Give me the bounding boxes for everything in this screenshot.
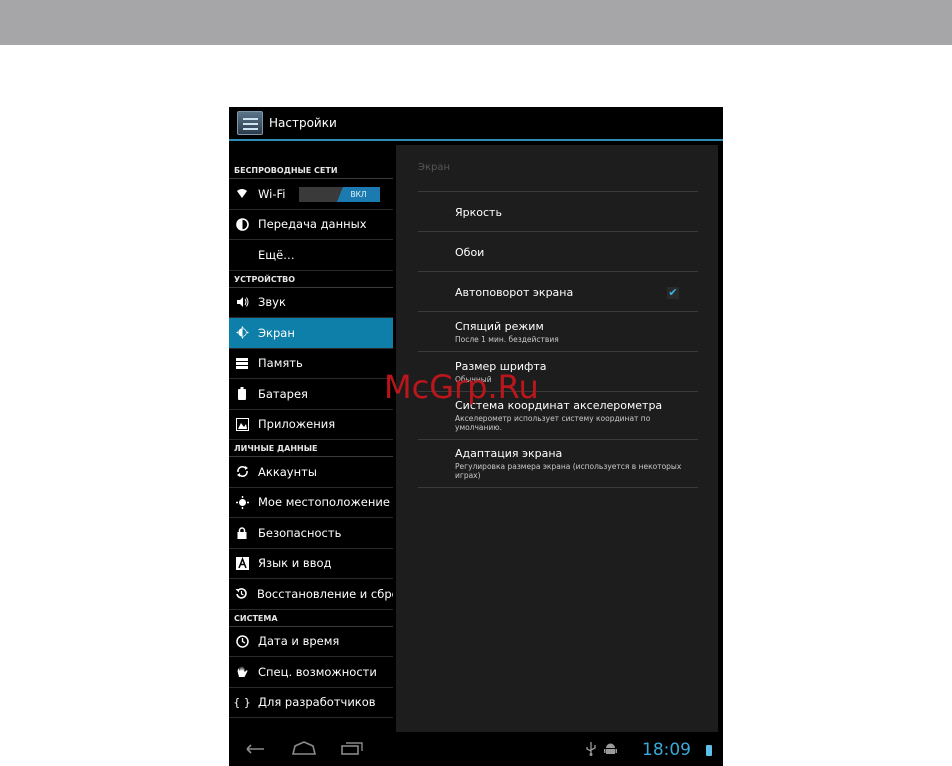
section-header-device: УСТРОЙСТВО	[229, 271, 393, 288]
sidebar-item-label: Батарея	[258, 386, 308, 401]
section-header-system: СИСТЕМА	[229, 610, 393, 627]
auto-rotate-checkbox[interactable]: ✔	[667, 287, 679, 299]
sidebar-item-data-usage[interactable]: Передача данных	[229, 210, 393, 240]
divider	[418, 311, 698, 312]
sidebar-item-security[interactable]: Безопасность	[229, 518, 393, 549]
setting-summary: Акселерометр использует систему координа…	[455, 414, 651, 432]
sidebar-item-accounts[interactable]: Аккаунты	[229, 457, 393, 488]
apps-icon	[235, 417, 249, 431]
divider	[418, 271, 698, 272]
top-gray-bar	[0, 0, 952, 45]
sidebar-item-language[interactable]: Язык и ввод	[229, 549, 393, 579]
setting-summary: Регулировка размера экрана (используется…	[455, 462, 682, 480]
sidebar-item-apps[interactable]: Приложения	[229, 410, 393, 440]
sync-icon	[235, 465, 249, 479]
status-clock: 18:09	[642, 740, 691, 760]
settings-app-icon[interactable]	[237, 111, 263, 135]
sidebar-item-label: Язык и ввод	[258, 556, 332, 571]
setting-brightness[interactable]: Яркость	[455, 206, 699, 219]
location-icon	[235, 495, 249, 509]
battery-status-icon	[706, 745, 712, 756]
developer-icon: { }	[233, 695, 251, 709]
sound-icon	[235, 295, 249, 309]
panel-title: Экран	[418, 162, 451, 173]
clock-icon	[235, 634, 249, 648]
watermark: McGrp.Ru	[384, 368, 539, 406]
sidebar-item-label: Передача данных	[258, 217, 367, 232]
sidebar-item-label: Аккаунты	[258, 464, 317, 479]
sidebar-item-label: Дата и время	[258, 634, 340, 649]
sidebar-item-label: Мое местоположение	[258, 495, 390, 510]
sidebar-item-sound[interactable]: Звук	[229, 288, 393, 318]
app-title: Настройки	[269, 116, 337, 130]
divider	[418, 439, 698, 440]
backup-icon	[235, 587, 248, 601]
sidebar-item-label: Экран	[258, 325, 295, 340]
lock-icon	[235, 526, 249, 540]
sidebar-item-label: Память	[258, 356, 303, 371]
sidebar-item-developer[interactable]: { } Для разработчиков	[229, 688, 393, 718]
sidebar-item-date-time[interactable]: Дата и время	[229, 627, 393, 657]
sidebar-item-wifi[interactable]: Wi-Fi ВКЛ	[229, 179, 393, 210]
tablet-screen: Настройки БЕСПРОВОДНЫЕ СЕТИ Wi-Fi ВКЛ Пе…	[229, 107, 723, 766]
sidebar-item-accessibility[interactable]: Спец. возможности	[229, 657, 393, 688]
recent-apps-button[interactable]	[341, 740, 363, 759]
sidebar-item-location[interactable]: Мое местоположение	[229, 488, 393, 518]
divider	[418, 487, 698, 488]
sidebar-item-battery[interactable]: Батарея	[229, 379, 393, 410]
wifi-toggle[interactable]: ВКЛ	[299, 187, 380, 202]
wifi-icon	[235, 187, 249, 201]
sidebar-item-label: Спец. возможности	[258, 664, 377, 679]
sidebar-item-storage[interactable]: Память	[229, 349, 393, 379]
storage-icon	[235, 356, 249, 370]
setting-summary: После 1 мин. бездействия	[455, 335, 559, 344]
sidebar-item-label: Безопасность	[258, 525, 342, 540]
setting-title: Обои	[455, 246, 485, 259]
display-icon	[235, 326, 249, 340]
sidebar-item-label: Приложения	[258, 417, 336, 432]
divider	[418, 351, 698, 352]
back-button[interactable]	[243, 740, 265, 759]
sidebar-item-label: Звук	[258, 295, 286, 310]
accessibility-icon	[235, 665, 249, 679]
sidebar-item-label: Восстановление и сбро	[257, 586, 393, 601]
sidebar-item-display[interactable]: Экран	[229, 318, 393, 349]
settings-sidebar: БЕСПРОВОДНЫЕ СЕТИ Wi-Fi ВКЛ Передача дан…	[229, 162, 393, 736]
usb-icon	[586, 742, 596, 759]
wifi-toggle-on: ВКЛ	[337, 187, 380, 202]
setting-sleep[interactable]: Спящий режим После 1 мин. бездействия	[455, 320, 699, 344]
setting-screen-adaptation[interactable]: Адаптация экрана Регулировка размера экр…	[455, 447, 699, 480]
setting-title: Спящий режим	[455, 320, 544, 333]
data-usage-icon	[235, 217, 249, 231]
section-header-personal: ЛИЧНЫЕ ДАННЫЕ	[229, 440, 393, 457]
setting-wallpaper[interactable]: Обои	[455, 246, 699, 259]
sidebar-item-more[interactable]: Ещё…	[229, 240, 393, 271]
sidebar-item-backup-reset[interactable]: Восстановление и сбро	[229, 579, 393, 610]
battery-icon	[235, 387, 249, 401]
display-settings-panel: Экран Яркость Обои Автоповорот экрана ✔ …	[396, 145, 718, 732]
home-button[interactable]	[291, 740, 317, 759]
divider	[418, 231, 698, 232]
sidebar-item-label: Wi-Fi	[258, 186, 286, 201]
language-icon	[235, 556, 249, 570]
sidebar-item-label: Ещё…	[258, 247, 295, 262]
action-bar: Настройки	[229, 107, 723, 141]
setting-title: Яркость	[455, 206, 502, 219]
section-header-wireless: БЕСПРОВОДНЫЕ СЕТИ	[229, 162, 393, 179]
setting-auto-rotate[interactable]: Автоповорот экрана	[455, 286, 699, 299]
sidebar-item-label: Для разработчиков	[258, 695, 376, 710]
android-debug-icon	[604, 742, 617, 759]
setting-title: Автоповорот экрана	[455, 286, 574, 299]
setting-title: Адаптация экрана	[455, 447, 563, 460]
system-nav-bar: 18:09	[229, 736, 723, 766]
divider	[418, 191, 698, 192]
